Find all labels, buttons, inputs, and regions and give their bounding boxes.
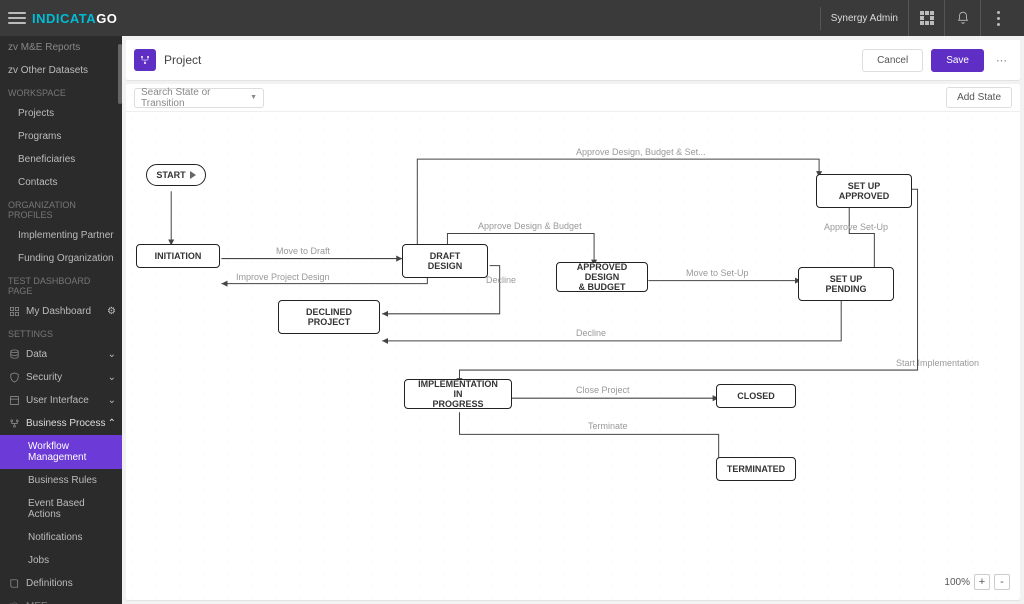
menu-toggle-icon[interactable] bbox=[8, 12, 26, 24]
chevron-down-icon: ▼ bbox=[250, 94, 257, 101]
transition-label: Improve Project Design bbox=[236, 272, 330, 282]
workflow-badge-icon bbox=[134, 49, 156, 71]
transition-label: Approve Set-Up bbox=[824, 222, 888, 232]
canvas-toolbar: Search State or Transition▼ Add State bbox=[126, 84, 1020, 112]
state-implementation-in-progress[interactable]: IMPLEMENTATION IN PROGRESS bbox=[404, 379, 512, 409]
sidebar-item[interactable]: zv M&E Reports bbox=[0, 36, 122, 59]
brand-logo: INDICATAGO bbox=[32, 11, 117, 26]
sidebar-item-business-rules[interactable]: Business Rules bbox=[0, 469, 122, 492]
chevron-up-icon: ⌃ bbox=[108, 418, 116, 429]
sidebar-item-notifications[interactable]: Notifications bbox=[0, 526, 122, 549]
sidebar-item-contacts[interactable]: Contacts bbox=[0, 171, 122, 194]
page-title: Project bbox=[164, 53, 201, 67]
sidebar-item-definitions[interactable]: Definitions bbox=[0, 572, 122, 595]
sidebar-item[interactable]: zv Other Datasets bbox=[0, 59, 122, 82]
page-header: Project Cancel Save ⋯ bbox=[126, 40, 1020, 80]
sidebar-group-label: SETTINGS bbox=[0, 323, 122, 343]
state-draft-design[interactable]: DRAFT DESIGN bbox=[402, 244, 488, 278]
sidebar-item-projects[interactable]: Projects bbox=[0, 102, 122, 125]
state-terminated[interactable]: TERMINATED bbox=[716, 457, 796, 481]
sidebar-group-label: WORKSPACE bbox=[0, 82, 122, 102]
chevron-down-icon: ⌄ bbox=[108, 372, 116, 383]
book-icon bbox=[8, 578, 20, 589]
header-more-icon[interactable]: ⋯ bbox=[992, 54, 1012, 67]
sidebar-item-implementing-partner[interactable]: Implementing Partner bbox=[0, 224, 122, 247]
state-set-up-pending[interactable]: SET UP PENDING bbox=[798, 267, 894, 301]
state-set-up-approved[interactable]: SET UP APPROVED bbox=[816, 174, 912, 208]
workflow-canvas[interactable]: START INITIATION DRAFT DESIGN APPROVED D… bbox=[126, 112, 1020, 600]
sidebar-item-business-process[interactable]: Business Process⌃ bbox=[0, 412, 122, 435]
sidebar-item-mee[interactable]: MEE bbox=[0, 595, 122, 604]
sidebar-item-beneficiaries[interactable]: Beneficiaries bbox=[0, 148, 122, 171]
chevron-down-icon: ⌄ bbox=[108, 395, 116, 406]
sidebar-scrollbar[interactable] bbox=[118, 36, 122, 604]
add-state-button[interactable]: Add State bbox=[946, 87, 1012, 108]
gear-icon: ⚙ bbox=[107, 306, 116, 317]
user-menu[interactable]: Synergy Admin bbox=[820, 7, 908, 30]
transition-label: Move to Draft bbox=[276, 246, 330, 256]
transition-label: Decline bbox=[486, 275, 516, 285]
database-icon bbox=[8, 349, 20, 360]
bell-icon[interactable] bbox=[944, 0, 980, 36]
sidebar-item-data[interactable]: Data⌄ bbox=[0, 343, 122, 366]
transition-label: Terminate bbox=[588, 421, 628, 431]
cancel-button[interactable]: Cancel bbox=[862, 49, 923, 72]
state-declined-project[interactable]: DECLINED PROJECT bbox=[278, 300, 380, 334]
zoom-out-button[interactable]: - bbox=[994, 574, 1010, 590]
layout-icon bbox=[8, 395, 20, 406]
sidebar-group-label: TEST DASHBOARD PAGE bbox=[0, 270, 122, 300]
workflow-editor: Search State or Transition▼ Add State bbox=[126, 84, 1020, 600]
state-approved-design-budget[interactable]: APPROVED DESIGN & BUDGET bbox=[556, 262, 648, 292]
transition-label: Move to Set-Up bbox=[686, 268, 749, 278]
search-state-dropdown[interactable]: Search State or Transition▼ bbox=[134, 88, 264, 108]
sidebar-item-funding-organization[interactable]: Funding Organization bbox=[0, 247, 122, 270]
content: Project Cancel Save ⋯ Search State or Tr… bbox=[122, 36, 1024, 604]
play-icon bbox=[190, 171, 196, 179]
workflow-icon bbox=[8, 418, 20, 429]
state-start[interactable]: START bbox=[146, 164, 206, 186]
sidebar-item-security[interactable]: Security⌄ bbox=[0, 366, 122, 389]
zoom-level: 100% bbox=[944, 577, 970, 588]
more-menu-icon[interactable] bbox=[980, 0, 1016, 36]
sidebar-group-label: ORGANIZATION PROFILES bbox=[0, 194, 122, 224]
shield-icon bbox=[8, 372, 20, 383]
state-closed[interactable]: CLOSED bbox=[716, 384, 796, 408]
sidebar-item-event-based-actions[interactable]: Event Based Actions bbox=[0, 492, 122, 526]
transition-label: Decline bbox=[576, 328, 606, 338]
qr-icon[interactable] bbox=[908, 0, 944, 36]
save-button[interactable]: Save bbox=[931, 49, 984, 72]
sidebar-item-programs[interactable]: Programs bbox=[0, 125, 122, 148]
state-initiation[interactable]: INITIATION bbox=[136, 244, 220, 268]
sidebar-item-workflow-management[interactable]: Workflow Management bbox=[0, 435, 122, 469]
sidebar-item-jobs[interactable]: Jobs bbox=[0, 549, 122, 572]
sidebar: zv M&E Reports zv Other Datasets WORKSPA… bbox=[0, 36, 122, 604]
dashboard-icon bbox=[8, 306, 20, 317]
transition-label: Approve Design, Budget & Set... bbox=[576, 147, 706, 157]
transition-label: Approve Design & Budget bbox=[478, 221, 582, 231]
zoom-controls: 100% + - bbox=[944, 574, 1010, 590]
sidebar-item-user-interface[interactable]: User Interface⌄ bbox=[0, 389, 122, 412]
transition-label: Close Project bbox=[576, 385, 630, 395]
zoom-in-button[interactable]: + bbox=[974, 574, 990, 590]
transition-label: Start Implementation bbox=[896, 358, 979, 368]
chevron-down-icon: ⌄ bbox=[108, 349, 116, 360]
sidebar-item-my-dashboard[interactable]: My Dashboard⚙ bbox=[0, 300, 122, 323]
top-bar: INDICATAGO Synergy Admin bbox=[0, 0, 1024, 36]
